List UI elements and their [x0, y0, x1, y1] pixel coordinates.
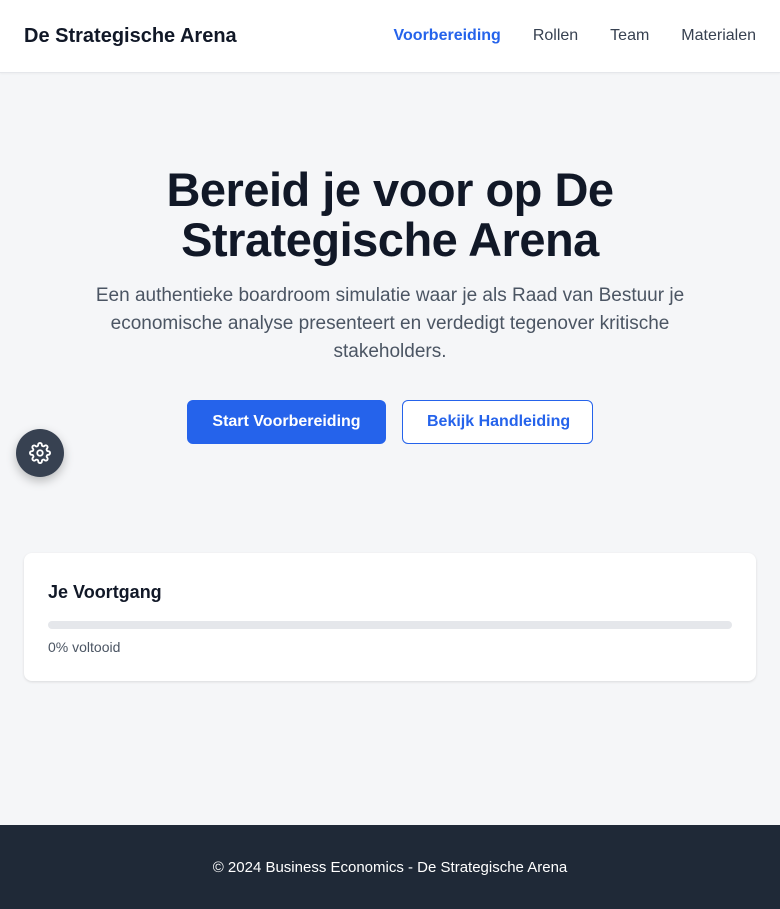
progress-title: Je Voortgang [48, 582, 162, 602]
hero-title: Bereid je voor op De Strategische Arena [166, 163, 614, 266]
start-preparation-button[interactable]: Start Voorbereiding [187, 400, 386, 444]
settings-button[interactable] [16, 429, 64, 477]
gear-icon [29, 442, 51, 464]
progress-card: Je Voortgang 0% voltooid [24, 553, 756, 681]
brand-title[interactable]: De Strategische Arena [24, 24, 237, 48]
footer: © 2024 Business Economics - De Strategis… [0, 825, 780, 909]
hero-section: Bereid je voor op De Strategische Arena … [0, 165, 780, 444]
hero-subtitle: Een authentieke boardroom simulatie waar… [95, 285, 685, 362]
hero-button-row: Start Voorbereiding Bekijk Handleiding [0, 400, 780, 444]
nav-link-team[interactable]: Team [610, 26, 649, 46]
progress-label: 0% voltooid [48, 639, 121, 655]
nav-link-rollen[interactable]: Rollen [533, 26, 578, 46]
main-nav: Voorbereiding Rollen Team Materialen [394, 26, 756, 46]
view-manual-button[interactable]: Bekijk Handleiding [402, 400, 593, 444]
progress-bar [48, 621, 732, 629]
top-navbar: De Strategische Arena Voorbereiding Roll… [0, 0, 780, 73]
footer-copyright: © 2024 Business Economics - De Strategis… [212, 858, 568, 876]
nav-link-materialen[interactable]: Materialen [681, 26, 756, 46]
nav-link-voorbereiding[interactable]: Voorbereiding [394, 26, 501, 46]
